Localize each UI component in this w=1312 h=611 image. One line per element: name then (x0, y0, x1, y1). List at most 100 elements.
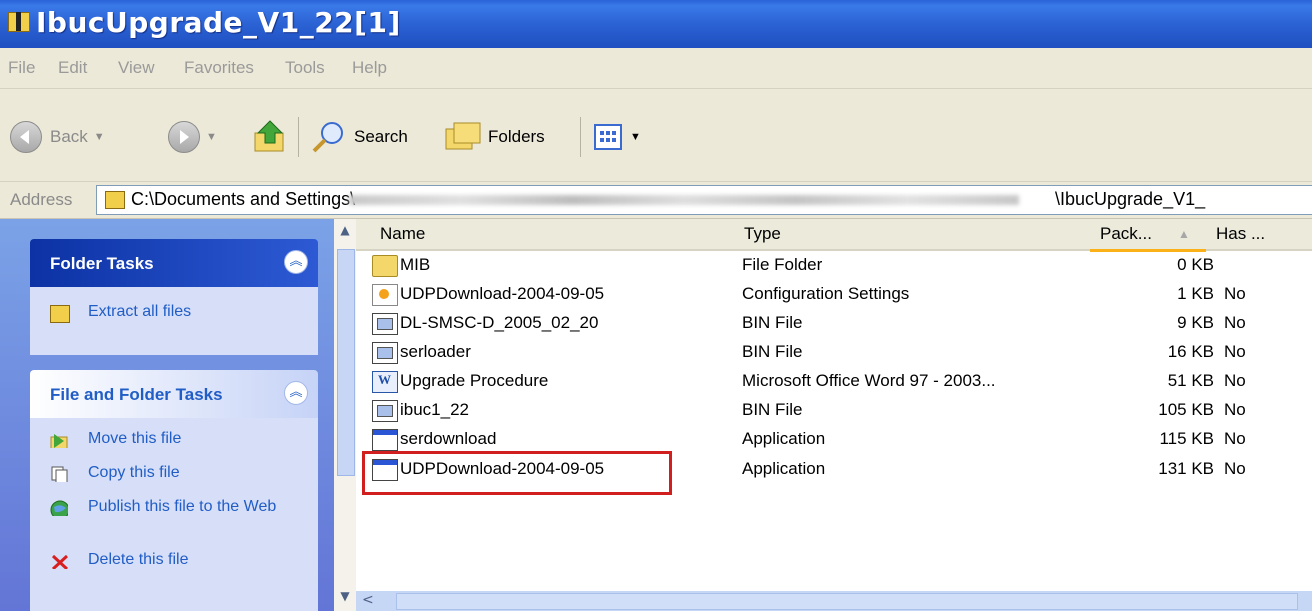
word-doc-icon (372, 371, 398, 393)
address-path-end: \IbucUpgrade_V1_ (1055, 189, 1206, 209)
menu-view[interactable]: View (118, 58, 155, 78)
zip-folder-icon (50, 305, 70, 323)
zip-folder-icon (8, 12, 30, 32)
file-size: 131 KB (1158, 459, 1214, 478)
vertical-scrollbar[interactable]: ▲ ▼ (334, 219, 356, 611)
globe-icon (50, 500, 68, 516)
back-button[interactable]: Back ▼ (10, 117, 105, 157)
menu-tools[interactable]: Tools (285, 58, 325, 78)
folder-icon (372, 255, 398, 277)
task-label: Move this file (88, 430, 182, 447)
file-row[interactable]: MIB File Folder 0 KB (356, 251, 1312, 280)
views-dropdown-icon: ▼ (630, 131, 641, 143)
menu-bar: File Edit View Favorites Tools Help (0, 48, 1312, 89)
file-name: serloader (400, 342, 471, 361)
file-size: 9 KB (1177, 313, 1214, 332)
menu-favorites[interactable]: Favorites (184, 58, 254, 78)
file-size: 16 KB (1167, 342, 1214, 361)
file-size: 115 KB (1159, 429, 1214, 448)
file-folder-tasks-header[interactable]: File and Folder Tasks ︽ (30, 370, 318, 418)
file-name: ibuc1_22 (400, 400, 470, 419)
up-folder-button[interactable] (252, 117, 288, 157)
task-label: Publish this file to the Web (88, 498, 277, 515)
file-size: 0 KB (1177, 255, 1214, 274)
menu-file[interactable]: File (8, 58, 35, 78)
collapse-chevron-icon[interactable]: ︽ (284, 250, 308, 274)
task-label: Extract all files (88, 303, 192, 320)
file-has-password: No (1224, 371, 1246, 390)
menu-edit[interactable]: Edit (58, 58, 87, 78)
file-list: ▲ ▼ Name Type Pack... ▲ Has ... MIB File… (334, 219, 1312, 611)
title-bar[interactable]: IbucUpgrade_V1_22[1] (0, 0, 1312, 48)
folders-label: Folders (488, 127, 545, 146)
back-dropdown-icon: ▼ (93, 131, 105, 143)
window-title: IbucUpgrade_V1_22[1] (36, 6, 401, 39)
file-has-password: No (1224, 342, 1246, 361)
config-file-icon (372, 284, 398, 306)
file-type: Application (742, 459, 826, 478)
file-size: 105 KB (1158, 400, 1214, 419)
forward-arrow-icon (168, 121, 200, 153)
file-type: BIN File (742, 342, 803, 361)
file-row[interactable]: Upgrade Procedure Microsoft Office Word … (356, 367, 1312, 396)
folders-button[interactable]: Folders (444, 117, 545, 157)
file-has-password: No (1224, 429, 1246, 448)
column-header-packed-size[interactable]: Pack... ▲ (1090, 219, 1206, 252)
file-row[interactable]: serloader BIN File 16 KB No (356, 338, 1312, 367)
column-header-name[interactable]: Name (356, 219, 734, 251)
file-has-password: No (1224, 459, 1246, 478)
collapse-chevron-icon[interactable]: ︽ (284, 381, 308, 405)
file-folder-tasks-body: Move this file Copy this file Publish th… (30, 418, 318, 611)
views-button[interactable]: ▼ (594, 117, 641, 157)
highlight-box (362, 451, 672, 495)
address-label: Address (10, 190, 73, 209)
toolbar-separator (298, 117, 299, 157)
file-row[interactable]: UDPDownload-2004-09-05 Configuration Set… (356, 280, 1312, 309)
copy-file-icon (51, 466, 68, 482)
task-label: Delete this file (88, 551, 189, 568)
toolbar-separator (580, 117, 581, 157)
search-button[interactable]: Search (308, 117, 408, 157)
file-type: BIN File (742, 400, 803, 419)
file-folder-tasks-title: File and Folder Tasks (50, 385, 223, 404)
column-header-has-password[interactable]: Has ... (1206, 219, 1312, 251)
file-name: serdownload (400, 429, 497, 448)
file-name: UDPDownload-2004-09-05 (400, 284, 605, 303)
scroll-up-icon[interactable]: ▲ (337, 223, 353, 239)
horizontal-scrollbar[interactable]: < (356, 591, 1312, 611)
file-size: 51 KB (1167, 371, 1214, 390)
address-redacted-segment (349, 195, 1019, 205)
column-header-type[interactable]: Type (734, 219, 1090, 251)
file-name: DL-SMSC-D_2005_02_20 (400, 313, 599, 332)
address-field[interactable]: C:\Documents and Settings\ \IbucUpgrade_… (96, 185, 1312, 215)
back-arrow-icon (10, 121, 42, 153)
bin-file-icon (372, 313, 398, 335)
delete-x-icon (51, 554, 68, 569)
file-row[interactable]: serdownload Application 115 KB No (356, 425, 1312, 454)
scroll-thumb[interactable] (337, 249, 355, 476)
file-type: BIN File (742, 313, 803, 332)
scroll-left-icon[interactable]: < (362, 592, 374, 608)
search-icon (312, 122, 343, 153)
views-icon (594, 124, 622, 150)
scroll-down-icon[interactable]: ▼ (337, 589, 353, 605)
file-row[interactable]: ibuc1_22 BIN File 105 KB No (356, 396, 1312, 425)
file-has-password: No (1224, 400, 1246, 419)
scroll-thumb[interactable] (396, 593, 1298, 610)
file-row[interactable]: DL-SMSC-D_2005_02_20 BIN File 9 KB No (356, 309, 1312, 338)
bin-file-icon (372, 342, 398, 364)
forward-button[interactable]: ▼ (168, 117, 217, 157)
folder-tasks-header[interactable]: Folder Tasks ︽ (30, 239, 318, 287)
back-label: Back (50, 127, 88, 146)
file-type: Configuration Settings (742, 284, 910, 303)
move-file-icon (50, 434, 68, 448)
folders-icon (445, 122, 481, 150)
folder-tasks-body: Extract all files (30, 287, 318, 355)
task-label: Copy this file (88, 464, 180, 481)
address-path-start: C:\Documents and Settings\ (131, 189, 356, 209)
up-folder-icon (254, 120, 284, 152)
menu-help[interactable]: Help (352, 58, 387, 78)
application-icon (372, 429, 398, 451)
search-label: Search (354, 127, 408, 146)
file-size: 1 KB (1177, 284, 1214, 303)
